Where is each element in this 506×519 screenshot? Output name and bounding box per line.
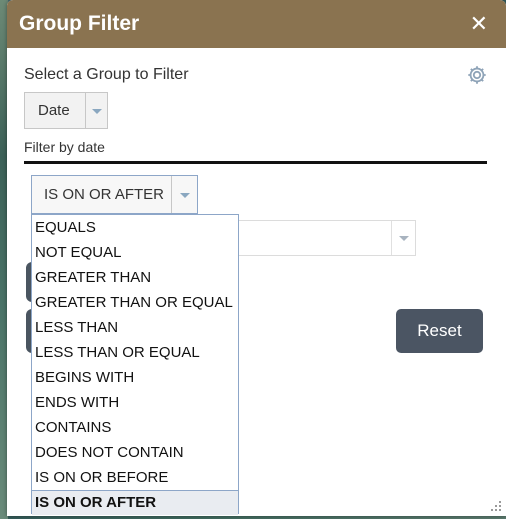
group-select-value: Date	[38, 102, 70, 119]
operator-option[interactable]: LESS THAN	[32, 315, 238, 340]
operator-option[interactable]: EQUALS	[32, 215, 238, 240]
operator-option[interactable]: NOT EQUAL	[32, 240, 238, 265]
operator-option[interactable]: GREATER THAN	[32, 265, 238, 290]
operator-dropdown-list: EQUALS NOT EQUAL GREATER THAN GREATER TH…	[31, 214, 239, 515]
operator-option[interactable]: CONTAINS	[32, 415, 238, 440]
group-select-label: Select a Group to Filter	[24, 66, 189, 83]
close-icon[interactable]: ✕	[470, 12, 488, 36]
group-filter-panel: Group Filter ✕ Select a Group to Filter …	[7, 0, 506, 516]
group-select-toggle[interactable]	[85, 93, 107, 128]
operator-option[interactable]: GREATER THAN OR EQUAL	[32, 290, 238, 315]
gear-icon[interactable]	[466, 64, 488, 86]
value-select-toggle[interactable]	[391, 221, 415, 255]
operator-option[interactable]: DOES NOT CONTAIN	[32, 440, 238, 465]
chevron-down-icon	[399, 236, 409, 241]
reset-button[interactable]: Reset	[396, 309, 483, 353]
group-select[interactable]: Date	[24, 92, 108, 129]
operator-option-selected[interactable]: IS ON OR AFTER	[32, 490, 238, 515]
filter-divider	[24, 161, 487, 164]
operator-select-toggle[interactable]	[171, 176, 197, 213]
chevron-down-icon	[92, 109, 102, 114]
filter-label: Filter by date	[24, 139, 105, 155]
operator-option[interactable]: LESS THAN OR EQUAL	[32, 340, 238, 365]
resize-grip-icon[interactable]	[490, 500, 502, 512]
value-select[interactable]	[237, 220, 416, 256]
panel-header: Group Filter ✕	[7, 0, 506, 48]
chevron-down-icon	[180, 193, 190, 198]
operator-option[interactable]: ENDS WITH	[32, 390, 238, 415]
operator-option[interactable]: BEGINS WITH	[32, 365, 238, 390]
operator-select-value: IS ON OR AFTER	[44, 186, 165, 203]
operator-select[interactable]: IS ON OR AFTER	[31, 175, 198, 214]
panel-title: Group Filter	[19, 12, 140, 35]
operator-option[interactable]: IS ON OR BEFORE	[32, 465, 238, 490]
